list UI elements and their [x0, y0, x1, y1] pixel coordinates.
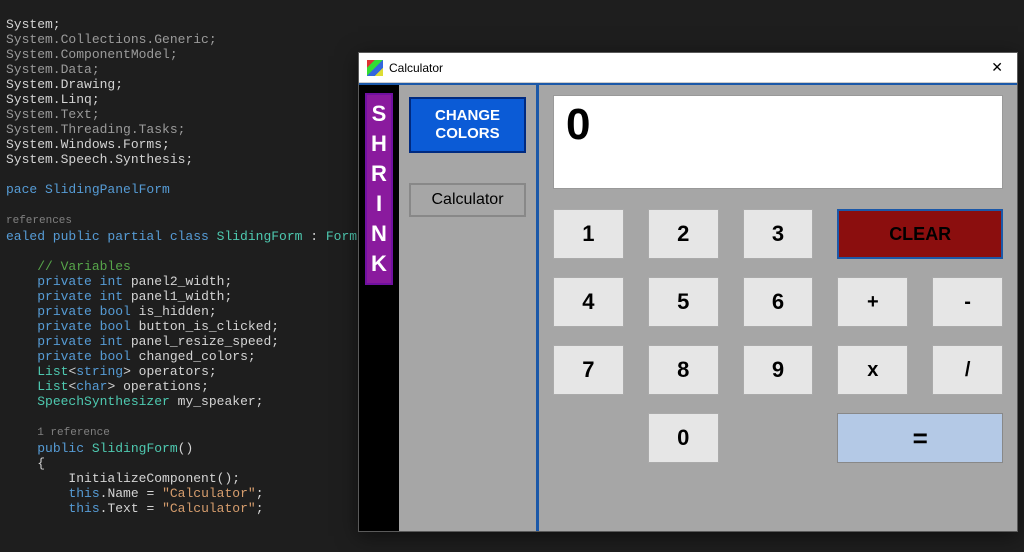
calculator-window: Calculator ✕ S H R I N K CHANGE COLORS C… [358, 52, 1018, 532]
code-line: private int panel2_width; [6, 274, 232, 289]
shrink-button[interactable]: S H R I N K [365, 93, 393, 285]
shrink-letter: S [372, 99, 387, 129]
code-line: System.ComponentModel; [6, 47, 178, 62]
code-line: System.Text; [6, 107, 100, 122]
keypad: 1 2 3 CLEAR 4 5 6 + - 7 8 9 x / 0 = [553, 209, 1003, 463]
code-line: this.Text = "Calculator"; [6, 501, 264, 516]
calculator-button[interactable]: Calculator [409, 183, 526, 217]
code-line: private int panel1_width; [6, 289, 232, 304]
shrink-letter: I [376, 189, 382, 219]
code-line: // Variables [6, 259, 131, 274]
key-plus[interactable]: + [837, 277, 908, 327]
code-line: { [6, 456, 45, 471]
key-2[interactable]: 2 [648, 209, 719, 259]
code-line: System.Drawing; [6, 77, 123, 92]
code-line: private bool changed_colors; [6, 349, 256, 364]
code-line: private bool button_is_clicked; [6, 319, 279, 334]
key-8[interactable]: 8 [648, 345, 719, 395]
code-line: private int panel_resize_speed; [6, 334, 279, 349]
code-line: private bool is_hidden; [6, 304, 217, 319]
key-3[interactable]: 3 [743, 209, 814, 259]
shrink-letter: H [371, 129, 387, 159]
code-line: List<string> operators; [6, 364, 217, 379]
code-line: System.Data; [6, 62, 100, 77]
key-multiply[interactable]: x [837, 345, 908, 395]
key-0[interactable]: 0 [648, 413, 719, 463]
code-line: System; [6, 17, 61, 32]
main-panel: 0 1 2 3 CLEAR 4 5 6 + - 7 8 9 x / [539, 85, 1017, 531]
code-line: ealed public partial class SlidingForm :… [6, 229, 357, 244]
code-line: System.Collections.Generic; [6, 32, 217, 47]
key-1[interactable]: 1 [553, 209, 624, 259]
code-line: List<char> operations; [6, 379, 209, 394]
code-line: public SlidingForm() [6, 441, 193, 456]
code-line: System.Windows.Forms; [6, 137, 170, 152]
close-icon[interactable]: ✕ [985, 59, 1009, 76]
shrink-letter: R [371, 159, 387, 189]
code-line: pace SlidingPanelForm [6, 182, 170, 197]
window-title: Calculator [389, 61, 443, 75]
code-line: System.Threading.Tasks; [6, 122, 185, 137]
equals-button[interactable]: = [837, 413, 1003, 463]
code-line: SpeechSynthesizer my_speaker; [6, 394, 263, 409]
key-6[interactable]: 6 [743, 277, 814, 327]
shrink-letter: K [371, 249, 387, 279]
code-line: this.Name = "Calculator"; [6, 486, 264, 501]
key-minus[interactable]: - [932, 277, 1003, 327]
code-line: InitializeComponent(); [6, 471, 240, 486]
key-divide[interactable]: / [932, 345, 1003, 395]
code-line: System.Speech.Synthesis; [6, 152, 193, 167]
codelens: 1 reference [6, 424, 110, 439]
code-line: System.Linq; [6, 92, 100, 107]
clear-button[interactable]: CLEAR [837, 209, 1003, 259]
key-5[interactable]: 5 [648, 277, 719, 327]
calc-display: 0 [553, 95, 1003, 189]
key-7[interactable]: 7 [553, 345, 624, 395]
change-colors-button[interactable]: CHANGE COLORS [409, 97, 526, 153]
key-4[interactable]: 4 [553, 277, 624, 327]
shrink-letter: N [371, 219, 387, 249]
titlebar[interactable]: Calculator ✕ [359, 53, 1017, 83]
left-panel: CHANGE COLORS Calculator [399, 85, 539, 531]
app-icon [367, 60, 383, 76]
codelens: references [6, 215, 72, 227]
shrink-strip: S H R I N K [359, 85, 399, 531]
key-9[interactable]: 9 [743, 345, 814, 395]
